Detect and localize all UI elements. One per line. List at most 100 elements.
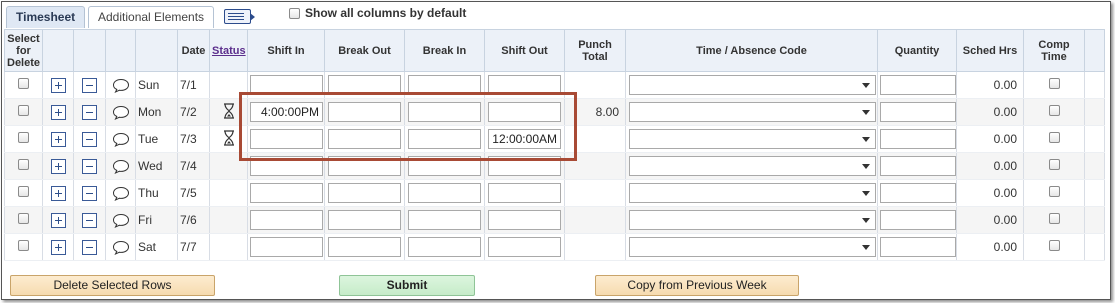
delete-selected-rows-button[interactable]: Delete Selected Rows bbox=[10, 275, 215, 296]
select-for-delete-checkbox[interactable] bbox=[18, 240, 29, 251]
break-out-input[interactable] bbox=[328, 210, 401, 230]
select-for-delete-checkbox[interactable] bbox=[18, 132, 29, 143]
add-row-icon[interactable] bbox=[50, 131, 66, 147]
tab-timesheet[interactable]: Timesheet bbox=[6, 6, 86, 28]
sched-hrs-cell: 0.00 bbox=[956, 233, 1024, 261]
shift-in-input[interactable] bbox=[250, 210, 323, 230]
punch-total-cell bbox=[564, 233, 626, 261]
shift-out-input[interactable] bbox=[488, 102, 561, 122]
select-for-delete-checkbox[interactable] bbox=[18, 159, 29, 170]
status-header-link[interactable]: Status bbox=[209, 29, 248, 72]
time-absence-code-select[interactable] bbox=[629, 183, 876, 203]
comp-time-checkbox[interactable] bbox=[1048, 240, 1060, 251]
copy-from-previous-week-button[interactable]: Copy from Previous Week bbox=[595, 275, 799, 296]
shift-out-input[interactable] bbox=[488, 210, 561, 230]
shift-out-input[interactable]: 12:00:00AM bbox=[488, 129, 561, 149]
delete-row-icon[interactable] bbox=[82, 158, 97, 174]
comment-bubble-icon[interactable] bbox=[112, 78, 130, 93]
comp-time-checkbox[interactable] bbox=[1048, 78, 1060, 89]
tab-additional-elements[interactable]: Additional Elements bbox=[88, 6, 215, 28]
break-out-input[interactable] bbox=[328, 237, 401, 257]
comment-cell bbox=[105, 98, 136, 126]
add-row-cell bbox=[42, 206, 74, 234]
submit-button[interactable]: Submit bbox=[339, 275, 475, 296]
break-in-input[interactable] bbox=[408, 75, 481, 95]
comment-bubble-icon[interactable] bbox=[112, 213, 130, 228]
quantity-input[interactable] bbox=[880, 237, 956, 257]
add-row-icon[interactable] bbox=[50, 158, 66, 174]
delete-row-icon[interactable] bbox=[82, 212, 97, 228]
quantity-input[interactable] bbox=[880, 156, 956, 176]
break-in-input[interactable] bbox=[408, 102, 481, 122]
delete-row-icon[interactable] bbox=[82, 77, 97, 93]
select-for-delete-checkbox[interactable] bbox=[18, 213, 29, 224]
punch-total-cell bbox=[564, 206, 626, 234]
quantity-input[interactable] bbox=[880, 129, 956, 149]
shift-out-input[interactable] bbox=[488, 156, 561, 176]
break-in-input[interactable] bbox=[408, 210, 481, 230]
add-row-icon[interactable] bbox=[50, 239, 66, 255]
select-for-delete-checkbox[interactable] bbox=[18, 78, 29, 89]
break-out-input[interactable] bbox=[328, 183, 401, 203]
comment-bubble-icon[interactable] bbox=[112, 186, 130, 201]
delete-row-icon[interactable] bbox=[82, 239, 97, 255]
quantity-input[interactable] bbox=[880, 102, 956, 122]
time-absence-code-select[interactable] bbox=[629, 129, 876, 149]
quantity-input[interactable] bbox=[880, 210, 956, 230]
delete-row-icon[interactable] bbox=[82, 104, 97, 120]
show-all-columns-grid-icon[interactable] bbox=[224, 9, 255, 24]
delete-row-icon[interactable] bbox=[82, 131, 97, 147]
comment-header bbox=[105, 29, 136, 72]
comment-cell bbox=[105, 125, 136, 153]
break-out-input[interactable] bbox=[328, 156, 401, 176]
add-row-icon[interactable] bbox=[50, 212, 66, 228]
shift-in-input[interactable] bbox=[250, 237, 323, 257]
add-row-icon[interactable] bbox=[50, 77, 66, 93]
shift-in-input[interactable]: 4:00:00PM bbox=[250, 102, 323, 122]
delete-row-icon[interactable] bbox=[82, 185, 97, 201]
comment-cell bbox=[105, 206, 136, 234]
break-out-input[interactable] bbox=[328, 129, 401, 149]
break-in-input[interactable] bbox=[408, 237, 481, 257]
comp-time-checkbox[interactable] bbox=[1048, 159, 1060, 170]
quantity-cell bbox=[877, 206, 957, 234]
break-in-input[interactable] bbox=[408, 183, 481, 203]
select-for-delete-checkbox[interactable] bbox=[18, 105, 29, 116]
quantity-input[interactable] bbox=[880, 183, 956, 203]
time-absence-code-select[interactable] bbox=[629, 210, 876, 230]
break-out-input[interactable] bbox=[328, 75, 401, 95]
shift-in-input[interactable] bbox=[250, 75, 323, 95]
comp-time-checkbox[interactable] bbox=[1048, 213, 1060, 224]
time-absence-code-select[interactable] bbox=[629, 156, 876, 176]
break-in-cell bbox=[404, 206, 485, 234]
comp-time-checkbox[interactable] bbox=[1048, 105, 1060, 116]
shift-in-input[interactable] bbox=[250, 156, 323, 176]
time-absence-code-select[interactable] bbox=[629, 75, 876, 95]
comment-bubble-icon[interactable] bbox=[112, 132, 130, 147]
quantity-input[interactable] bbox=[880, 75, 956, 95]
comment-bubble-icon[interactable] bbox=[112, 240, 130, 255]
timesheet-row: Tue 7/3 12:00:00AM 0.00 bbox=[4, 125, 1105, 153]
show-all-columns-option: Show all columns by default bbox=[289, 6, 466, 20]
add-row-icon[interactable] bbox=[50, 185, 66, 201]
select-for-delete-checkbox[interactable] bbox=[18, 186, 29, 197]
add-row-icon[interactable] bbox=[50, 104, 66, 120]
chevron-down-icon bbox=[862, 218, 870, 223]
show-all-columns-checkbox[interactable] bbox=[289, 7, 300, 19]
shift-out-input[interactable] bbox=[488, 75, 561, 95]
shift-in-input[interactable] bbox=[250, 183, 323, 203]
time-absence-code-select[interactable] bbox=[629, 237, 876, 257]
shift-in-input[interactable] bbox=[250, 129, 323, 149]
add-row-cell bbox=[42, 152, 74, 180]
shift-out-input[interactable] bbox=[488, 183, 561, 203]
break-in-input[interactable] bbox=[408, 156, 481, 176]
comp-time-checkbox[interactable] bbox=[1048, 186, 1060, 197]
comment-bubble-icon[interactable] bbox=[112, 105, 130, 120]
comment-bubble-icon[interactable] bbox=[112, 159, 130, 174]
break-out-input[interactable] bbox=[328, 102, 401, 122]
sched-hrs-cell: 0.00 bbox=[956, 98, 1024, 126]
time-absence-code-select[interactable] bbox=[629, 102, 876, 122]
comp-time-checkbox[interactable] bbox=[1048, 132, 1060, 143]
break-in-input[interactable] bbox=[408, 129, 481, 149]
shift-out-input[interactable] bbox=[488, 237, 561, 257]
